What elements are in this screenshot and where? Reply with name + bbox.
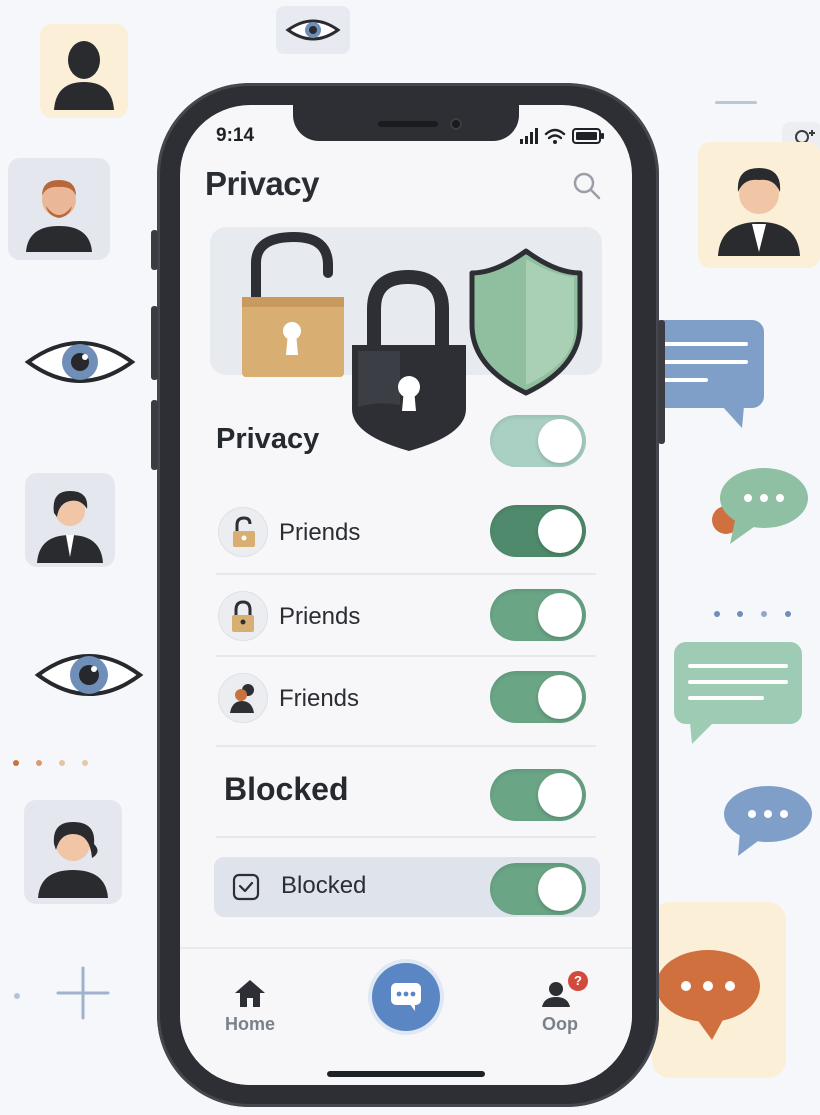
list-item-toggle[interactable]: [490, 505, 586, 557]
padlock-icon: [218, 507, 268, 557]
chat-bubble-icon: [391, 983, 421, 1011]
bearded-man-avatar-icon: [26, 180, 92, 252]
blocked-toggle[interactable]: [490, 769, 586, 821]
padlock-icon: [218, 591, 268, 641]
home-icon: [235, 980, 265, 1007]
checkbox-icon: [232, 873, 260, 901]
background-avatar-tile: [24, 800, 122, 904]
open-padlock-icon: [242, 231, 344, 377]
background-chat-tile: [652, 902, 786, 1078]
home-indicator: [327, 1071, 485, 1077]
notification-badge: ?: [568, 971, 588, 991]
blocked-section-title: Blocked: [224, 771, 349, 807]
toggle-knob: [538, 675, 582, 719]
chat-bubble-icon: [722, 784, 816, 863]
chat-bubble-icon: [656, 950, 760, 1040]
background-avatar-tile: [698, 142, 820, 268]
tab-home-label: Home: [224, 1014, 275, 1034]
phone-volume-down-button: [151, 400, 158, 470]
tab-profile-label: Oop: [542, 1014, 578, 1034]
list-item-label: Friends: [279, 685, 360, 712]
list-item-toggle[interactable]: [490, 671, 586, 723]
list-item-label: Priends: [279, 603, 361, 630]
phone-side-button: [151, 230, 158, 270]
chat-button[interactable]: [372, 963, 440, 1031]
phone-power-button: [658, 320, 665, 444]
decor-dots: [12, 754, 92, 772]
list-item-toggle[interactable]: [490, 589, 586, 641]
toggle-knob: [538, 773, 582, 817]
tab-home[interactable]: Home: [218, 977, 282, 1035]
background-eye-tile: [276, 6, 350, 54]
shield-icon: [469, 248, 583, 396]
person-silhouette-icon: [54, 41, 114, 110]
phone-volume-up-button: [151, 306, 158, 380]
toggle-knob: [538, 419, 582, 463]
decor-dash: [715, 101, 757, 104]
toggle-knob: [538, 593, 582, 637]
decor-dots: [712, 606, 794, 624]
eye-icon: [34, 643, 144, 712]
padlock-icon: [352, 269, 466, 451]
privacy-section-title: Privacy: [216, 423, 320, 455]
divider: [216, 745, 596, 747]
eye-icon: [285, 19, 341, 41]
blocked-item-toggle[interactable]: [490, 863, 586, 915]
woman-avatar-icon: [37, 491, 103, 563]
woman-avatar-icon: [38, 822, 108, 898]
list-item-label: Priends: [279, 519, 361, 546]
blocked-item-label: Blocked: [281, 872, 367, 899]
privacy-toggle[interactable]: [490, 415, 586, 467]
message-bubble-icon: [672, 640, 804, 749]
plus-icon: [56, 966, 110, 1025]
person-icon: [218, 673, 268, 723]
background-avatar-tile: [40, 24, 128, 118]
decor-dot: [14, 993, 20, 999]
background-avatar-tile: [8, 158, 110, 260]
badge-text: ?: [574, 973, 582, 988]
phone-screen: 9:14 Privacy Privacy Priends Priends Fri…: [180, 105, 632, 1085]
background-avatar-tile: [25, 473, 115, 567]
man-avatar-icon: [718, 168, 800, 256]
eye-icon: [24, 330, 136, 399]
chat-bubble-icon: [708, 466, 810, 553]
divider: [216, 836, 596, 838]
toggle-knob: [538, 509, 582, 553]
security-illustration: [242, 231, 583, 451]
toggle-knob: [538, 867, 582, 911]
